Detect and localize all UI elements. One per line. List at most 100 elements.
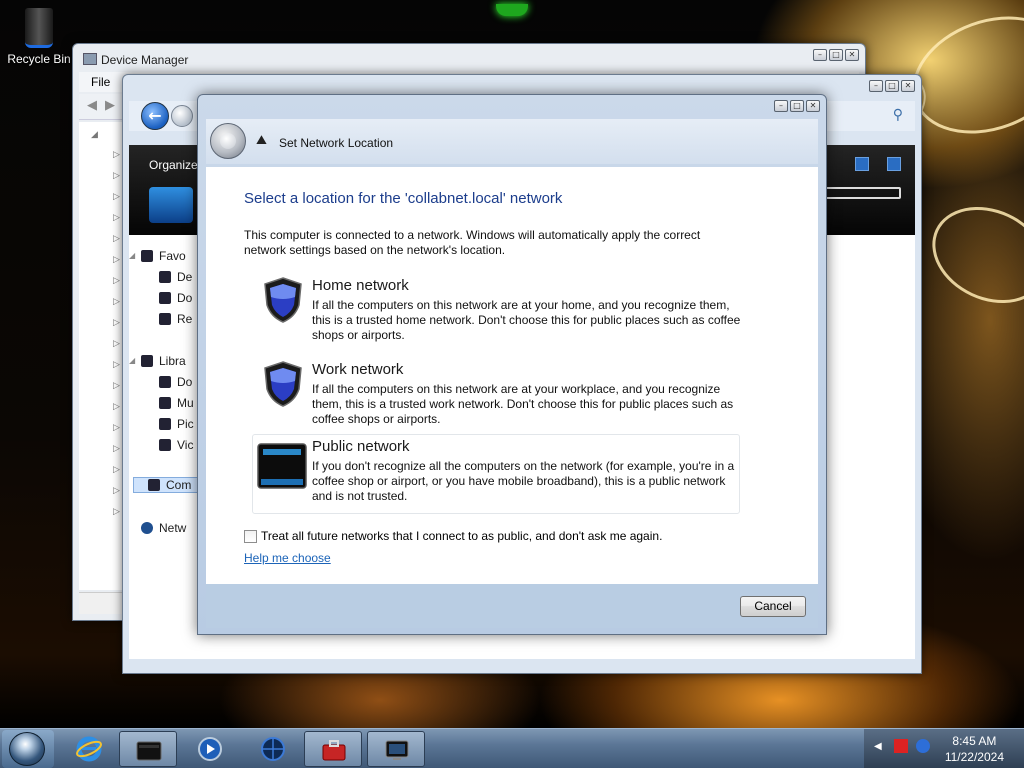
expand-icon[interactable]: ▷	[113, 171, 120, 181]
show-hidden-icons-icon[interactable]: ◀	[874, 741, 882, 752]
media-player-icon	[198, 737, 222, 761]
desktop-icon-recycle-bin[interactable]: Recycle Bin	[4, 8, 74, 66]
back-arrow-icon[interactable]: ◀	[87, 99, 101, 113]
nav-item-favorites[interactable]: ◢ Favo	[129, 249, 186, 263]
collapse-icon[interactable]: ◢	[129, 251, 135, 260]
back-button[interactable]	[210, 123, 246, 159]
nav-item-libraries[interactable]: ◢ Libra	[129, 354, 186, 368]
search-box[interactable]	[825, 187, 901, 199]
expand-icon[interactable]: ▷	[113, 192, 120, 202]
search-icon[interactable]: ⚲	[893, 107, 903, 123]
minimize-button[interactable]: –	[813, 49, 827, 61]
expand-icon[interactable]: ▷	[113, 507, 120, 517]
nav-item-pictures[interactable]: Pic	[159, 417, 194, 431]
dialog-intro: This computer is connected to a network.…	[244, 228, 701, 257]
taskbar-explorer[interactable]	[119, 731, 177, 767]
treat-as-public-checkbox[interactable]	[244, 529, 257, 543]
expand-icon[interactable]: ▷	[113, 234, 120, 244]
dialog-title: Set Network Location	[279, 136, 394, 150]
back-button[interactable]: ←	[141, 102, 169, 130]
system-tray: ◀ 8:45 AM 11/22/2024	[864, 729, 1024, 768]
folder-icon	[136, 741, 162, 761]
close-button[interactable]: ✕	[806, 100, 820, 112]
caption-buttons: – □ ✕	[869, 80, 915, 92]
preview-pane-icon[interactable]	[887, 157, 901, 171]
globe-icon	[261, 737, 285, 761]
work-network-option[interactable]: Work network If all the computers on thi…	[252, 357, 740, 437]
taskbar-network[interactable]	[244, 731, 302, 767]
folder-banner-icon	[149, 187, 193, 223]
expand-icon[interactable]: ▷	[113, 255, 120, 265]
taskbar-media-player[interactable]	[181, 731, 239, 767]
nav-item-recent[interactable]: Re	[159, 312, 192, 326]
expand-icon[interactable]: ▷	[113, 423, 120, 433]
expand-icon[interactable]: ▷	[113, 465, 120, 475]
maximize-button[interactable]: □	[790, 100, 804, 112]
home-network-shield-icon	[264, 277, 302, 323]
dialog-body: Select a location for the 'collabnet.loc…	[206, 167, 818, 612]
expand-icon[interactable]: ◢	[91, 130, 98, 140]
cancel-button[interactable]: Cancel	[740, 596, 806, 617]
home-network-option[interactable]: Home network If all the computers on thi…	[252, 273, 740, 353]
option-description: If all the computers on this network are…	[312, 382, 734, 426]
nav-item-desktop[interactable]: De	[159, 270, 192, 284]
set-network-location-dialog[interactable]: – □ ✕ ⛰ Set Network Location Select a lo…	[197, 94, 827, 635]
forward-button[interactable]	[171, 105, 193, 127]
nav-label: Re	[177, 312, 193, 326]
help-me-choose-link[interactable]: Help me choose	[244, 551, 331, 565]
expand-icon[interactable]: ▷	[113, 213, 120, 223]
maximize-button[interactable]: □	[885, 80, 899, 92]
device-manager-icon	[385, 740, 409, 760]
nav-item-documents[interactable]: Do	[159, 375, 192, 389]
taskbar-toolbox[interactable]	[304, 731, 362, 767]
maximize-button[interactable]: □	[829, 49, 843, 61]
recent-places-icon	[159, 313, 171, 325]
nav-item-videos[interactable]: Vic	[159, 438, 193, 452]
nav-label: Pic	[177, 417, 194, 431]
expand-icon[interactable]: ▷	[113, 486, 120, 496]
start-button[interactable]	[2, 730, 54, 768]
organize-button[interactable]: Organize	[149, 158, 198, 172]
nav-label: Do	[177, 291, 193, 305]
nav-item-music[interactable]: Mu	[159, 396, 194, 410]
public-network-option[interactable]: Public network If you don't recognize al…	[252, 434, 740, 514]
taskbar-internet-explorer[interactable]	[60, 731, 118, 767]
expand-icon[interactable]: ▷	[113, 276, 120, 286]
desktop-icon	[159, 271, 171, 283]
nav-item-network[interactable]: Netw	[141, 521, 186, 535]
expand-icon[interactable]: ▷	[113, 444, 120, 454]
collapse-icon[interactable]: ◢	[129, 356, 135, 365]
expand-icon[interactable]: ▷	[113, 318, 120, 328]
clock[interactable]: 8:45 AM 11/22/2024	[945, 733, 1004, 765]
taskbar-device-manager[interactable]	[367, 731, 425, 767]
expand-icon[interactable]: ▷	[113, 297, 120, 307]
expand-icon[interactable]: ▷	[113, 150, 120, 160]
forward-arrow-icon[interactable]: ▶	[105, 99, 119, 113]
close-button[interactable]: ✕	[845, 49, 859, 61]
checkbox-label: Treat all future networks that I connect…	[261, 529, 663, 543]
star-icon	[141, 250, 153, 262]
nav-label: De	[177, 270, 193, 284]
wallpaper-glow	[496, 4, 528, 16]
expand-icon[interactable]: ▷	[113, 402, 120, 412]
window-title: Device Manager	[101, 53, 189, 67]
device-manager-icon	[83, 53, 97, 65]
network-tray-icon[interactable]	[916, 739, 930, 753]
expand-icon[interactable]: ▷	[113, 360, 120, 370]
option-title: Public network	[312, 438, 410, 455]
expand-icon[interactable]: ▷	[113, 339, 120, 349]
minimize-button[interactable]: –	[869, 80, 883, 92]
nav-item-downloads[interactable]: Do	[159, 291, 192, 305]
view-icon[interactable]	[855, 157, 869, 171]
action-center-icon[interactable]	[894, 739, 908, 753]
minimize-button[interactable]: –	[774, 100, 788, 112]
downloads-icon	[159, 292, 171, 304]
close-button[interactable]: ✕	[901, 80, 915, 92]
nav-item-computer[interactable]: Com	[133, 477, 205, 493]
treat-as-public-checkbox-row[interactable]: Treat all future networks that I connect…	[244, 529, 662, 543]
menu-file[interactable]: File	[91, 75, 110, 89]
nav-label: Netw	[159, 521, 187, 535]
nav-label: Favo	[159, 249, 186, 263]
expand-icon[interactable]: ▷	[113, 381, 120, 391]
option-title: Home network	[312, 277, 409, 294]
